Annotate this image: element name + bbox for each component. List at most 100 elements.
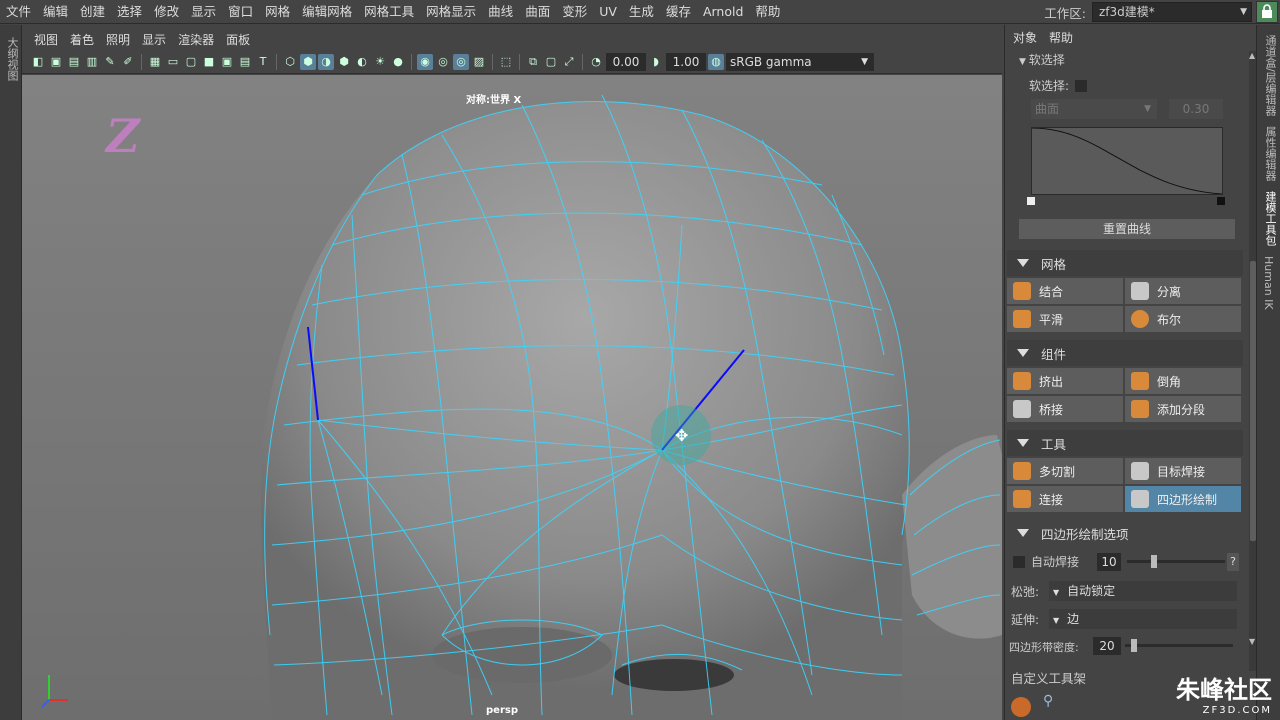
select-camera-icon[interactable]: ◧ <box>30 54 46 70</box>
relax-dropdown[interactable]: ▼ 自动锁定 <box>1049 581 1237 601</box>
menu-item-5[interactable]: 显示 <box>185 0 222 24</box>
smooth-shade-icon[interactable]: ⬢ <box>300 53 316 70</box>
menu-item-7[interactable]: 网格 <box>259 0 296 24</box>
resolution-gate-icon[interactable]: ▢ <box>183 54 199 70</box>
backface-culling-icon[interactable]: ▨ <box>471 54 487 70</box>
film-gate-icon[interactable]: ▭ <box>165 54 181 70</box>
auto-weld-checkbox[interactable] <box>1013 555 1025 568</box>
soft-select-checkbox[interactable] <box>1075 79 1088 92</box>
exposure-icon[interactable]: ◔ <box>588 54 604 70</box>
falloff-curve-graph[interactable] <box>1031 127 1223 195</box>
auto-weld-value[interactable]: 10 <box>1097 553 1121 571</box>
mesh-section-header[interactable]: 网格 <box>1007 250 1243 276</box>
menu-item-18[interactable]: 帮助 <box>749 0 786 24</box>
menu-item-10[interactable]: 网格显示 <box>420 0 482 24</box>
right-tab-1[interactable]: 属性编辑器 <box>1262 126 1278 181</box>
xray-joints-icon[interactable]: ◎ <box>453 53 469 70</box>
auto-weld-slider-handle[interactable] <box>1151 555 1157 568</box>
wireframe-on-shaded-icon[interactable]: ◑ <box>318 53 334 70</box>
extend-dropdown[interactable]: ▼ 边 <box>1049 609 1237 629</box>
scroll-up-icon[interactable]: ▲ <box>1249 51 1255 60</box>
perspective-viewport[interactable]: ✥ 对称:世界 X persp Z <box>22 75 1002 720</box>
viewport-menu-item-2[interactable]: 照明 <box>100 31 136 48</box>
combine-button[interactable]: 结合 <box>1007 278 1123 304</box>
grid-icon[interactable]: ▦ <box>147 54 163 70</box>
menu-item-6[interactable]: 窗口 <box>222 0 259 24</box>
tools-section-header[interactable]: 工具 <box>1007 430 1243 456</box>
multi-cut-button[interactable]: 多切割 <box>1007 458 1123 484</box>
menu-item-15[interactable]: 生成 <box>623 0 660 24</box>
bridge-button[interactable]: 桥接 <box>1007 396 1123 422</box>
use-all-lights-icon[interactable]: ◐ <box>354 54 370 70</box>
custom-shelf-tool-2-icon[interactable]: ⚲ <box>1043 693 1065 715</box>
wireframe-icon[interactable]: ⬡ <box>282 54 298 70</box>
frame-selected-icon[interactable]: ⤢ <box>561 54 577 70</box>
isolate-select-icon[interactable]: ⬚ <box>498 54 514 70</box>
menu-item-4[interactable]: 修改 <box>148 0 185 24</box>
viewport-menu-item-0[interactable]: 视图 <box>28 31 64 48</box>
menu-item-12[interactable]: 曲面 <box>519 0 556 24</box>
strip-density-slider-handle[interactable] <box>1131 639 1137 652</box>
smooth-button[interactable]: 平滑 <box>1007 306 1123 332</box>
components-section-header[interactable]: 组件 <box>1007 340 1243 366</box>
strip-density-slider[interactable] <box>1125 644 1233 647</box>
reset-curve-button[interactable]: 重置曲线 <box>1019 219 1235 239</box>
menu-item-17[interactable]: Arnold <box>697 0 749 24</box>
extrude-button[interactable]: 挤出 <box>1007 368 1123 394</box>
gate-mask-icon[interactable]: ■ <box>201 54 217 70</box>
viewport-menu-item-5[interactable]: 面板 <box>220 31 256 48</box>
camera-attributes-icon[interactable]: ▣ <box>48 54 64 70</box>
field-chart-icon[interactable]: ▣ <box>219 54 235 70</box>
menu-item-2[interactable]: 创建 <box>74 0 111 24</box>
quad-draw-button[interactable]: 四边形绘制 <box>1125 486 1241 512</box>
scroll-down-icon[interactable]: ▼ <box>1249 637 1255 646</box>
menu-item-9[interactable]: 网格工具 <box>358 0 420 24</box>
custom-shelf-tool-1-icon[interactable] <box>1011 697 1031 717</box>
xray-icon[interactable]: ◉ <box>417 53 433 70</box>
exposure-field[interactable]: 0.00 <box>606 52 646 71</box>
workspace-dropdown[interactable]: zf3d建模* ▼ <box>1092 2 1252 22</box>
gamma-field[interactable]: 1.00 <box>666 52 706 71</box>
viewport-menu-item-3[interactable]: 显示 <box>136 31 172 48</box>
bevel-button[interactable]: 倒角 <box>1125 368 1241 394</box>
safe-action-icon[interactable]: ▤ <box>237 54 253 70</box>
safe-title-icon[interactable]: T <box>255 54 271 70</box>
menu-item-14[interactable]: UV <box>593 0 623 24</box>
quad-draw-options-header[interactable]: 四边形绘制选项 <box>1007 520 1243 546</box>
menu-item-3[interactable]: 选择 <box>111 0 148 24</box>
xray-active-icon[interactable]: ◎ <box>435 54 451 70</box>
strip-density-value[interactable]: 20 <box>1093 637 1121 655</box>
outliner-tab[interactable]: 大纲视图 <box>4 37 20 81</box>
menu-item-0[interactable]: 文件 <box>0 0 37 24</box>
menu-item-16[interactable]: 缓存 <box>660 0 697 24</box>
falloff-mode-dropdown[interactable]: 曲面 ▼ <box>1031 99 1157 119</box>
textured-icon[interactable]: ⬢ <box>336 54 352 70</box>
color-management-icon[interactable]: ◍ <box>708 53 724 70</box>
bookmark-icon[interactable]: ▤ <box>66 54 82 70</box>
gamma-icon[interactable]: ◗ <box>648 54 664 70</box>
toolkit-menu-item-0[interactable]: 对象 <box>1007 29 1043 46</box>
right-tab-2[interactable]: 建模工具包 <box>1262 191 1278 246</box>
2d-pan-zoom-icon[interactable]: ✎ <box>102 54 118 70</box>
connect-button[interactable]: 连接 <box>1007 486 1123 512</box>
help-button[interactable]: ? <box>1227 553 1239 571</box>
menu-item-8[interactable]: 编辑网格 <box>296 0 358 24</box>
shadows-icon[interactable]: ☀ <box>372 54 388 70</box>
image-plane-icon[interactable]: ▥ <box>84 54 100 70</box>
curve-start-key[interactable] <box>1027 197 1035 205</box>
viewport-menu-item-1[interactable]: 着色 <box>64 31 100 48</box>
curve-end-key[interactable] <box>1217 197 1225 205</box>
target-weld-button[interactable]: 目标焊接 <box>1125 458 1241 484</box>
toolkit-menu-item-1[interactable]: 帮助 <box>1043 29 1079 46</box>
menu-item-1[interactable]: 编辑 <box>37 0 74 24</box>
hud-icon[interactable]: ⧉ <box>525 54 541 70</box>
menu-item-11[interactable]: 曲线 <box>482 0 519 24</box>
menu-item-13[interactable]: 变形 <box>556 0 593 24</box>
separate-button[interactable]: 分离 <box>1125 278 1241 304</box>
auto-weld-slider[interactable] <box>1127 560 1225 563</box>
falloff-radius-field[interactable]: 0.30 <box>1169 99 1223 119</box>
add-divisions-button[interactable]: 添加分段 <box>1125 396 1241 422</box>
frame-all-icon[interactable]: ▢ <box>543 54 559 70</box>
grease-pencil-icon[interactable]: ✐ <box>120 54 136 70</box>
right-tab-0[interactable]: 通道盒/层编辑器 <box>1262 35 1278 116</box>
